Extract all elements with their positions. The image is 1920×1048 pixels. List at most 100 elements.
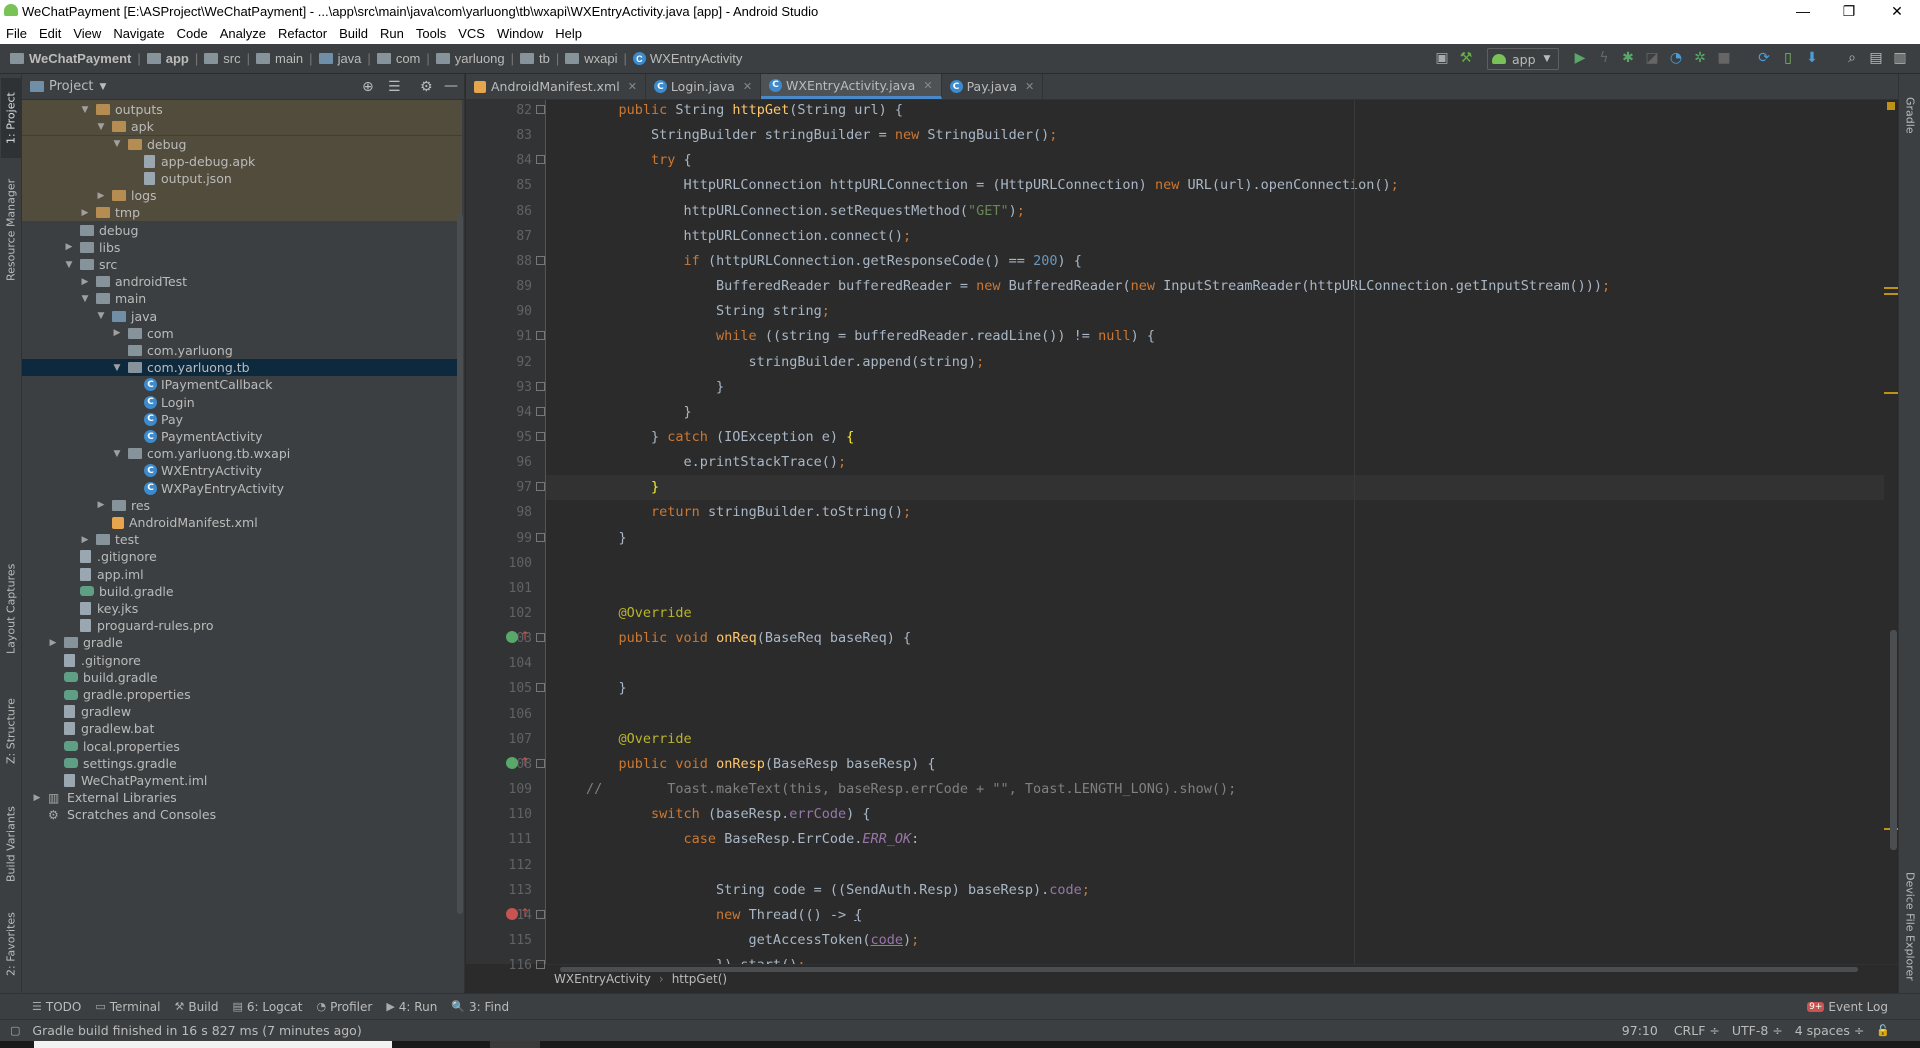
fold-marker-icon[interactable] <box>536 532 545 542</box>
editor-scrollbar[interactable] <box>1890 630 1897 850</box>
code-line[interactable]: public String httpGet(String url) { <box>546 100 1884 123</box>
code-line[interactable]: new Thread(() -> { <box>546 903 1884 928</box>
tree-item[interactable]: ▶ ▥ External Libraries <box>22 789 462 806</box>
override-arrow-icon[interactable]: ↑ <box>520 755 530 769</box>
run-config-select[interactable]: app ▼ <box>1487 48 1559 70</box>
code-line[interactable] <box>546 651 1884 676</box>
code-line[interactable]: e.printStackTrace(); <box>546 450 1884 475</box>
tree-item[interactable]: ▼ java <box>22 308 462 325</box>
code-line[interactable]: stringBuilder.append(string); <box>546 350 1884 375</box>
breadcrumb-yarluong[interactable]: yarluong <box>435 51 505 66</box>
tool-window-run[interactable]: ▶ 4: Run <box>386 1000 437 1014</box>
tree-item[interactable]: C WXPayEntryActivity <box>22 480 462 497</box>
lock-icon[interactable]: 🔓 <box>1876 1024 1890 1037</box>
tool-window-gradle[interactable]: Gradle <box>1900 80 1920 150</box>
menu-vcs[interactable]: VCS <box>452 26 491 41</box>
code-line[interactable]: // Toast.makeText(this, baseResp.errCode… <box>546 777 1884 802</box>
locate-icon[interactable]: ⊕ <box>362 79 374 95</box>
menu-run[interactable]: Run <box>374 26 410 41</box>
tree-item[interactable]: app-debug.apk <box>22 152 462 170</box>
tool-window-structure[interactable]: Z: Structure <box>1 686 21 776</box>
expanded-arrow-icon[interactable]: ▼ <box>94 122 108 132</box>
expanded-arrow-icon[interactable]: ▼ <box>110 449 124 459</box>
menu-refactor[interactable]: Refactor <box>272 26 333 41</box>
tree-item[interactable]: ▼ apk <box>22 118 462 136</box>
tree-item[interactable]: AndroidManifest.xml <box>22 514 462 531</box>
search-icon[interactable]: ⌕ <box>1844 50 1860 66</box>
tree-item[interactable]: .gitignore <box>22 652 462 669</box>
tree-item[interactable]: app.iml <box>22 566 462 583</box>
fold-marker-icon[interactable] <box>536 406 545 416</box>
hide-panel-icon[interactable]: — <box>444 78 458 94</box>
warning-marker[interactable] <box>1884 287 1898 289</box>
code-line[interactable]: HttpURLConnection httpURLConnection = (H… <box>546 173 1884 198</box>
breadcrumb-tb[interactable]: tb <box>520 51 550 66</box>
settings-icon[interactable]: ▤ <box>1868 50 1884 66</box>
code-line[interactable]: return stringBuilder.toString(); <box>546 500 1884 525</box>
project-structure-icon[interactable]: ▣ <box>1434 50 1450 66</box>
code-line[interactable]: try { <box>546 148 1884 173</box>
menu-file[interactable]: File <box>0 26 33 41</box>
fold-marker-icon[interactable] <box>536 331 545 341</box>
file-encoding[interactable]: UTF-8 ÷ <box>1732 1023 1783 1038</box>
tree-item[interactable]: gradlew.bat <box>22 720 462 737</box>
expanded-arrow-icon[interactable]: ▼ <box>78 294 92 304</box>
fold-marker-icon[interactable] <box>536 482 545 492</box>
tree-item[interactable]: C IPaymentCallback <box>22 376 462 393</box>
code-line[interactable]: BufferedReader bufferedReader = new Buff… <box>546 274 1884 299</box>
code-line[interactable]: getAccessToken(code); <box>546 928 1884 953</box>
close-tab-icon[interactable]: ✕ <box>743 80 752 93</box>
tree-item[interactable]: build.gradle <box>22 583 462 600</box>
code-line[interactable] <box>546 853 1884 878</box>
fold-marker-icon[interactable] <box>536 431 545 441</box>
code-line[interactable]: @Override <box>546 601 1884 626</box>
collapsed-arrow-icon[interactable]: ▶ <box>78 208 92 218</box>
breadcrumb-main[interactable]: main <box>255 51 303 66</box>
tree-item[interactable]: gradle.properties <box>22 686 462 703</box>
apply-changes-icon[interactable]: ϟ <box>1596 50 1612 66</box>
gear-icon[interactable]: ⚙ <box>420 79 433 95</box>
horizontal-scrollbar[interactable] <box>560 967 1858 972</box>
expanded-arrow-icon[interactable]: ▼ <box>62 260 76 270</box>
menu-build[interactable]: Build <box>333 26 374 41</box>
close-window-button[interactable]: ✕ <box>1874 0 1920 22</box>
fold-marker-icon[interactable] <box>536 909 545 919</box>
tree-item[interactable]: ▶ test <box>22 531 462 548</box>
profile-icon[interactable]: ◔ <box>1668 50 1684 66</box>
fold-marker-icon[interactable] <box>536 255 545 265</box>
tree-item[interactable]: C WXEntryActivity <box>22 462 462 479</box>
code-line[interactable]: } catch (IOException e) { <box>546 425 1884 450</box>
tool-window-terminal[interactable]: ▭ Terminal <box>95 1000 160 1014</box>
breadcrumb-wxapi[interactable]: wxapi <box>565 51 618 66</box>
editor-breadcrumb-method[interactable]: httpGet() <box>672 972 727 986</box>
fold-marker-icon[interactable] <box>536 758 545 768</box>
tool-window-event-log[interactable]: 9+ Event Log <box>1807 1000 1888 1014</box>
caret-position[interactable]: 97:10 <box>1622 1023 1658 1038</box>
tree-item[interactable]: WeChatPayment.iml <box>22 772 462 789</box>
line-separator[interactable]: CRLF ÷ <box>1674 1023 1720 1038</box>
tree-item[interactable]: ▶ libs <box>22 239 462 256</box>
tool-window-layout-captures[interactable]: Layout Captures <box>1 554 21 664</box>
expanded-arrow-icon[interactable]: ▼ <box>110 139 124 149</box>
maximize-button[interactable]: ❐ <box>1826 0 1872 22</box>
editor-tab[interactable]: C WXEntryActivity.java ✕ <box>761 74 942 99</box>
indent-setting[interactable]: 4 spaces ÷ <box>1795 1023 1865 1038</box>
avd-manager-icon[interactable]: ▯ <box>1780 50 1796 66</box>
tool-window-logcat[interactable]: ▤ 6: Logcat <box>232 1000 302 1014</box>
tree-item[interactable]: C PaymentActivity <box>22 428 462 445</box>
breadcrumb-com[interactable]: com <box>376 51 420 66</box>
warning-marker[interactable] <box>1884 392 1898 394</box>
tree-item[interactable]: C Login <box>22 394 462 411</box>
collapsed-arrow-icon[interactable]: ▶ <box>46 638 60 648</box>
code-line[interactable]: StringBuilder stringBuilder = new String… <box>546 123 1884 148</box>
run-icon[interactable]: ▶ <box>1572 50 1588 66</box>
tree-item[interactable]: build.gradle <box>22 669 462 686</box>
inspection-status-icon[interactable] <box>1887 102 1895 110</box>
sync-gradle-icon[interactable]: ⟳ <box>1756 50 1772 66</box>
menu-code[interactable]: Code <box>171 26 214 41</box>
tool-window-favorites[interactable]: 2: Favorites <box>1 904 21 984</box>
breadcrumb-wxentryactivity[interactable]: C WXEntryActivity <box>632 51 742 66</box>
attach-debugger-icon[interactable]: ✲ <box>1692 50 1708 66</box>
tree-item[interactable]: ▶ com <box>22 325 462 342</box>
breadcrumb-src[interactable]: src <box>204 51 241 66</box>
